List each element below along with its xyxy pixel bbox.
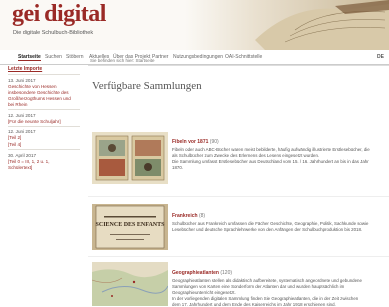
collection-title-frankreich[interactable]: Frankreich (8) bbox=[172, 213, 205, 219]
row-divider bbox=[88, 256, 389, 257]
collection-description: In der vorliegenden digitalen Sammlung f… bbox=[172, 296, 359, 301]
site-tagline: Die digitale Schulbuch-Bibliothek bbox=[13, 30, 94, 36]
cover-title-text: SCIENCE DES ENFANTS bbox=[96, 222, 166, 228]
collection-description: Geographieatlanten stellen als didaktisc… bbox=[172, 278, 362, 283]
content-divider bbox=[88, 65, 389, 66]
page-title: Verfügbare Sammlungen bbox=[92, 80, 202, 92]
breadcrumb: Sie befinden sich hier: Startseite bbox=[90, 58, 155, 63]
site-logo[interactable]: gei digital bbox=[12, 1, 106, 28]
row-divider bbox=[88, 196, 389, 197]
import-link[interactable]: Großherzogthums Hessen und bbox=[8, 96, 71, 101]
collection-description: 1870. bbox=[172, 165, 183, 170]
collection-description: Die Sammlung umfasst Erstlesebücher aus … bbox=[172, 159, 369, 164]
import-date: 30. April 2017 bbox=[8, 153, 37, 158]
main-navigation: Startseite Suchen Stöbern Aktuelles Über… bbox=[0, 50, 389, 65]
import-link[interactable]: [Teil 2] bbox=[8, 135, 21, 140]
import-link[interactable]: [Teil 4] bbox=[8, 142, 21, 147]
site-banner: gei digital Die digitale Schulbuch-Bibli… bbox=[0, 0, 389, 50]
collection-description: als Schulbücher zum Zwecke des Erlernens… bbox=[172, 153, 320, 158]
import-link[interactable]: Schülertext] bbox=[8, 165, 32, 170]
banner-book-image bbox=[185, 0, 389, 50]
sidebar-recent-imports: Letzte Importe 13. Juni 2017 Geschichte … bbox=[8, 66, 80, 306]
import-link[interactable]: [Teil 0 = III, 1, 2 u. 1, bbox=[8, 159, 50, 164]
collection-description: dem 17. Jahrhundert und dem Ende des Kai… bbox=[172, 302, 336, 307]
language-switch[interactable]: DE bbox=[377, 54, 384, 60]
sidebar-divider bbox=[8, 149, 80, 150]
import-link[interactable]: bei Rhein bbox=[8, 102, 27, 107]
import-date: 12. Juni 2017 bbox=[8, 113, 36, 118]
nav-item-nutzungsbedingungen[interactable]: Nutzungsbedingungen bbox=[173, 54, 223, 60]
import-link[interactable]: insbesondere Geschichte des bbox=[8, 90, 69, 95]
nav-item-stoebern[interactable]: Stöbern bbox=[66, 54, 84, 60]
collection-description: Schulbücher aus Frankreich umfassen die … bbox=[172, 221, 369, 226]
collection-title-geographieatlanten[interactable]: Geographieatlanten (120) bbox=[172, 270, 232, 276]
collection-thumbnail-geographieatlanten[interactable] bbox=[92, 262, 168, 306]
nav-item-startseite[interactable]: Startseite bbox=[18, 54, 41, 61]
import-date: 12. Juni 2017 bbox=[8, 129, 36, 134]
sidebar-divider bbox=[8, 74, 80, 75]
collection-description: Sammlungen von Karten eine Sonderform de… bbox=[172, 284, 345, 289]
collection-description: Geographieunterricht eingesetzt. bbox=[172, 290, 236, 295]
nav-item-oai-schnittstelle[interactable]: OAI-Schnittstelle bbox=[225, 54, 262, 60]
nav-item-suchen[interactable]: Suchen bbox=[45, 54, 62, 60]
import-link[interactable]: [Für die neunte Schuljahr] bbox=[8, 119, 61, 124]
sidebar-title: Letzte Importe bbox=[8, 66, 43, 72]
sidebar-divider bbox=[8, 126, 80, 127]
sidebar-divider bbox=[8, 109, 80, 110]
collection-description: Lesebücher und deutsche Sprachlehrwerke … bbox=[172, 227, 363, 232]
collection-thumbnail-fibeln[interactable] bbox=[92, 132, 168, 184]
collection-description: Fibeln oder auch ABC-Bücher waren meist … bbox=[172, 147, 370, 152]
collection-title-fibeln[interactable]: Fibeln vor 1871 (90) bbox=[172, 139, 219, 145]
collection-thumbnail-frankreich[interactable]: SCIENCE DES ENFANTS bbox=[92, 204, 168, 250]
import-date: 13. Juni 2017 bbox=[8, 78, 36, 83]
import-link[interactable]: Geschichte von Hessen bbox=[8, 84, 57, 89]
